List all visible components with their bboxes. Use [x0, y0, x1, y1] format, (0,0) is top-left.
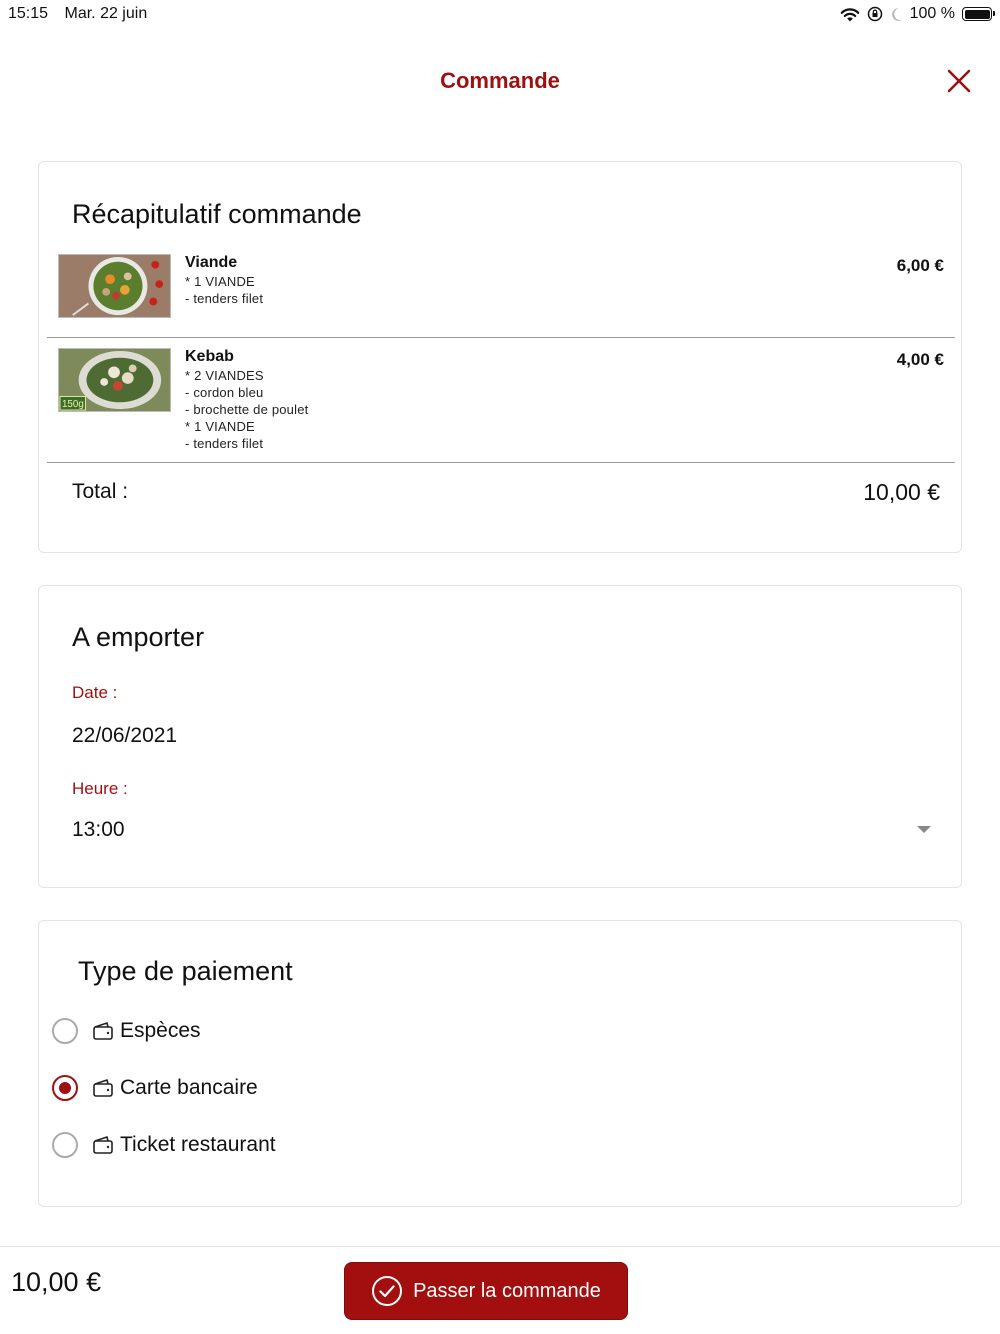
divider	[47, 337, 955, 338]
item-detail: - cordon bleu	[185, 385, 264, 400]
close-icon[interactable]	[946, 68, 972, 94]
summary-title: Récapitulatif commande	[72, 199, 362, 229]
item-image-badge: 150g	[62, 399, 84, 410]
radio-button[interactable]	[52, 1132, 78, 1158]
radio-button-selected[interactable]	[52, 1075, 78, 1101]
payment-card: Type de paiement Espèces Carte bancaire …	[38, 920, 962, 1207]
order-item-kebab: 150g Kebab * 2 VIANDES - cordon bleu - b…	[47, 348, 955, 458]
time-label: Heure :	[72, 779, 128, 798]
battery-icon	[962, 7, 995, 21]
time-select[interactable]: 13:00	[72, 818, 125, 842]
item-detail: * 1 VIANDE	[185, 274, 255, 289]
order-item-viande: Viande * 1 VIANDE - tenders filet 6,00 €	[47, 254, 955, 334]
item-image-kebab: 150g	[58, 348, 171, 412]
bottom-bar: 10,00 € Passer la commande	[0, 1246, 1000, 1334]
item-price: 4,00 €	[896, 350, 944, 369]
payment-option-carte-bancaire[interactable]: Carte bancaire	[52, 1073, 258, 1103]
place-order-button[interactable]: Passer la commande	[344, 1262, 628, 1320]
status-date: Mar. 22 juin	[64, 5, 148, 22]
divider	[47, 462, 955, 463]
orientation-lock-icon	[867, 6, 882, 22]
moon-icon	[891, 7, 902, 21]
date-label: Date :	[72, 683, 118, 702]
payment-option-ticket-restaurant[interactable]: Ticket restaurant	[52, 1130, 276, 1160]
item-name: Viande	[185, 254, 238, 271]
item-detail: * 1 VIANDE	[185, 419, 255, 434]
date-field[interactable]: 22/06/2021	[72, 724, 177, 748]
order-summary-card: Récapitulatif commande Viande * 1 VIANDE…	[38, 161, 962, 553]
takeaway-card: A emporter Date : 22/06/2021 Heure : 13:…	[38, 585, 962, 888]
total-label: Total :	[72, 480, 129, 503]
place-order-label: Passer la commande	[413, 1279, 601, 1302]
item-detail: - brochette de poulet	[185, 402, 309, 417]
battery-percent: 100 %	[909, 5, 955, 22]
item-name: Kebab	[185, 348, 234, 365]
payment-title: Type de paiement	[78, 956, 293, 986]
item-price: 6,00 €	[896, 256, 944, 275]
wallet-icon	[93, 1079, 113, 1097]
item-detail: - tenders filet	[185, 291, 264, 306]
check-circle-icon	[372, 1276, 403, 1306]
payment-option-label: Carte bancaire	[120, 1076, 258, 1099]
total-value: 10,00 €	[863, 479, 940, 505]
page-title: Commande	[440, 68, 560, 93]
payment-option-especes[interactable]: Espèces	[52, 1016, 201, 1046]
takeaway-title: A emporter	[72, 622, 205, 652]
chevron-down-icon[interactable]	[917, 826, 931, 833]
status-time: 15:15	[8, 5, 49, 22]
item-detail: * 2 VIANDES	[185, 368, 264, 383]
payment-option-label: Ticket restaurant	[120, 1133, 276, 1156]
bottom-total: 10,00 €	[11, 1267, 102, 1297]
wallet-icon	[93, 1022, 113, 1040]
item-image-viande	[58, 254, 171, 318]
status-bar: 15:15 Mar. 22 juin 100 %	[0, 0, 1000, 28]
wallet-icon	[93, 1136, 113, 1154]
wifi-icon	[840, 7, 859, 21]
radio-button[interactable]	[52, 1018, 78, 1044]
payment-option-label: Espèces	[120, 1019, 201, 1042]
item-detail: - tenders filet	[185, 436, 264, 451]
